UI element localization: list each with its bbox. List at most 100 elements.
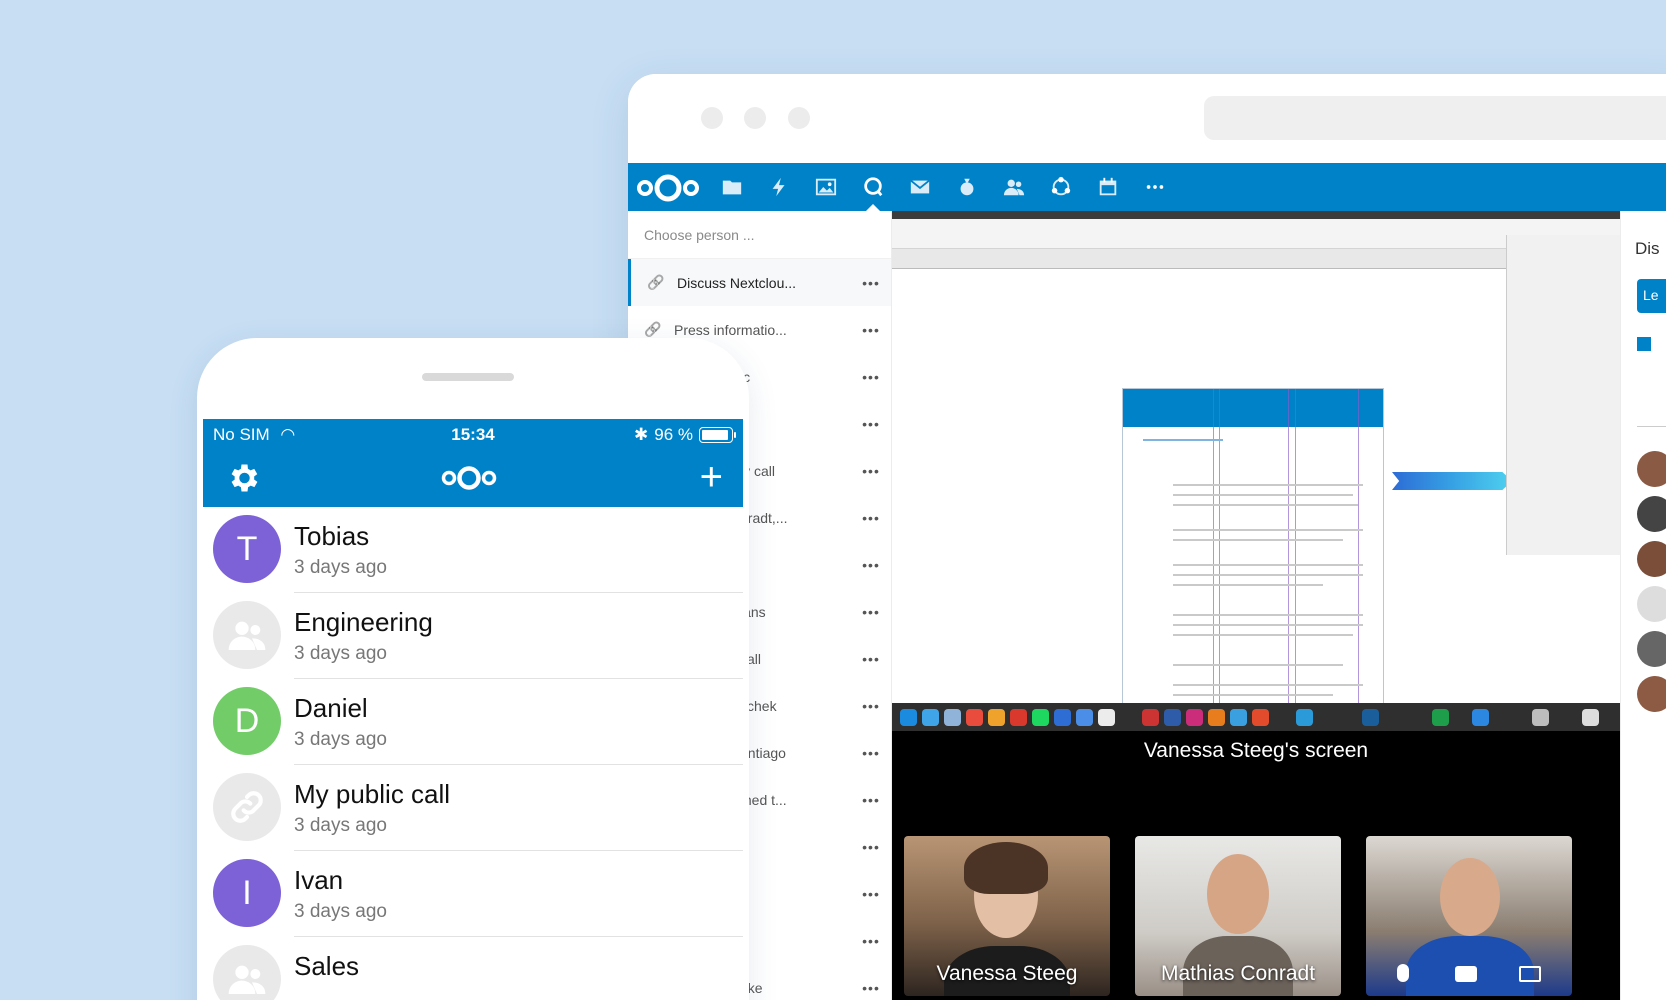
video-tile-self[interactable] [1366, 836, 1572, 996]
conversation-list-mobile: T Tobias 3 days ago Engineering 3 days ago D D… [203, 507, 743, 1000]
calendar-icon[interactable] [1084, 163, 1131, 211]
video-tile-participant[interactable]: Vanessa Steeg [904, 836, 1110, 996]
nextcloud-logo [441, 466, 497, 490]
avatar: T [213, 515, 281, 583]
shared-app-side-panel [1506, 235, 1620, 555]
sidebar-right: Dis Le [1620, 211, 1666, 1000]
list-item[interactable]: My public call 3 days ago [203, 765, 743, 851]
screen-share-label: Vanessa Steeg's screen [1143, 739, 1369, 762]
browser-titlebar [628, 74, 1666, 163]
activity-icon[interactable] [755, 163, 802, 211]
phone-device: No SIM ◠ 15:34 ✱ 96 % + T Tobias 3 days ag… [197, 338, 749, 1000]
window-close-button[interactable] [701, 107, 723, 129]
video-call-area: Vanessa Steeg's screen Vanessa Steeg Mat… [892, 731, 1620, 1000]
screen-share-off-icon[interactable] [1518, 966, 1541, 982]
sidebar-checkbox[interactable] [1637, 337, 1651, 351]
choose-person-input[interactable]: Choose person ... [628, 211, 891, 259]
talk-icon[interactable] [849, 163, 896, 212]
shared-document-canvas [892, 286, 1580, 731]
battery-label: 96 % [654, 425, 693, 444]
shared-document-page [1122, 388, 1384, 731]
avatar[interactable] [1637, 631, 1666, 667]
conversation-title: Press informatio... [674, 321, 787, 338]
circles-icon[interactable] [1037, 163, 1084, 211]
bluetooth-icon: ✱ [634, 425, 649, 444]
more-options-icon[interactable]: ••• [851, 698, 891, 714]
add-conversation-button[interactable]: + [700, 457, 723, 497]
more-options-icon[interactable]: ••• [851, 745, 891, 761]
more-options-icon[interactable]: ••• [851, 839, 891, 855]
more-options-icon[interactable]: ••• [851, 604, 891, 620]
more-options-icon[interactable]: ••• [851, 557, 891, 573]
list-item[interactable]: T Tobias 3 days ago [203, 507, 743, 593]
nextcloud-logo[interactable] [634, 171, 702, 205]
conversation-name: Daniel [294, 693, 368, 723]
avatar[interactable] [1637, 451, 1666, 487]
more-options-icon[interactable]: ••• [851, 463, 891, 479]
link-icon: 🔗 [647, 274, 665, 290]
settings-gear-icon[interactable] [225, 460, 261, 496]
last-activity: 3 days ago [294, 729, 387, 750]
link-icon: 🔗 [644, 321, 662, 337]
avatar: I [213, 859, 281, 927]
more-apps-icon[interactable] [1131, 163, 1178, 211]
camera-icon[interactable] [1455, 966, 1477, 982]
list-item[interactable]: Engineering 3 days ago [203, 593, 743, 679]
microphone-icon[interactable] [1397, 964, 1410, 982]
app-header: + [203, 449, 743, 507]
more-options-icon[interactable]: ••• [851, 886, 891, 902]
phone-speaker [422, 373, 514, 381]
more-options-icon[interactable]: ••• [851, 416, 891, 432]
avatar[interactable] [1637, 496, 1666, 532]
list-item[interactable]: I Ivan 3 days ago [203, 851, 743, 937]
mail-icon[interactable] [896, 163, 943, 211]
gallery-icon[interactable] [802, 163, 849, 211]
screen-share-view [892, 211, 1620, 731]
more-options-icon[interactable]: ••• [851, 651, 891, 667]
battery-icon [699, 427, 736, 443]
video-tile-participant[interactable]: Mathias Conradt [1135, 836, 1341, 996]
group-icon [213, 945, 281, 1000]
avatar: D [213, 687, 281, 755]
avatar[interactable] [1637, 676, 1666, 712]
list-item[interactable]: D Daniel 3 days ago [203, 679, 743, 765]
process-arrows-graphic [1392, 472, 1512, 490]
participant-name: Vanessa Steeg [936, 962, 1078, 985]
conversation-name: Sales [294, 951, 360, 981]
more-options-icon[interactable]: ••• [851, 792, 891, 808]
conversation-name: Engineering [294, 607, 433, 637]
last-activity: 3 days ago [294, 557, 387, 578]
more-options-icon[interactable]: ••• [851, 933, 891, 949]
window-minimize-button[interactable] [744, 107, 766, 129]
more-options-icon[interactable]: ••• [851, 369, 891, 385]
avatar[interactable] [1637, 586, 1666, 622]
group-icon [213, 601, 281, 669]
browser-window: Choose person ... 🔗 Discuss Nextclou... ••… [628, 74, 1666, 1000]
last-activity: 3 days ago [294, 643, 387, 664]
conversation-name: Ivan [294, 865, 344, 895]
more-options-icon[interactable]: ••• [851, 322, 891, 338]
participant-name: Mathias Conradt [1160, 962, 1316, 985]
shared-dock [892, 703, 1620, 731]
nextcloud-header [628, 163, 1666, 212]
window-maximize-button[interactable] [788, 107, 810, 129]
conversation-item[interactable]: 🔗 Discuss Nextclou... ••• [628, 259, 891, 306]
sidebar-title: Dis [1635, 239, 1660, 258]
link-icon [213, 773, 281, 841]
status-bar: No SIM ◠ 15:34 ✱ 96 % [203, 419, 743, 449]
conversation-title: Discuss Nextclou... [677, 274, 797, 291]
last-activity: 3 days ago [294, 815, 387, 836]
more-options-icon[interactable]: ••• [851, 980, 891, 996]
files-icon[interactable] [708, 163, 755, 211]
more-options-icon[interactable]: ••• [851, 275, 891, 291]
more-options-icon[interactable]: ••• [851, 510, 891, 526]
conversation-name: Tobias [294, 521, 370, 551]
address-bar[interactable] [1204, 96, 1666, 140]
budget-icon[interactable] [943, 163, 990, 211]
avatar[interactable] [1637, 541, 1666, 577]
list-item[interactable]: Sales [203, 937, 743, 1000]
sidebar-action-button[interactable]: Le [1637, 279, 1666, 313]
contacts-icon[interactable] [990, 163, 1037, 211]
conversation-name: My public call [294, 779, 451, 809]
last-activity: 3 days ago [294, 901, 387, 922]
